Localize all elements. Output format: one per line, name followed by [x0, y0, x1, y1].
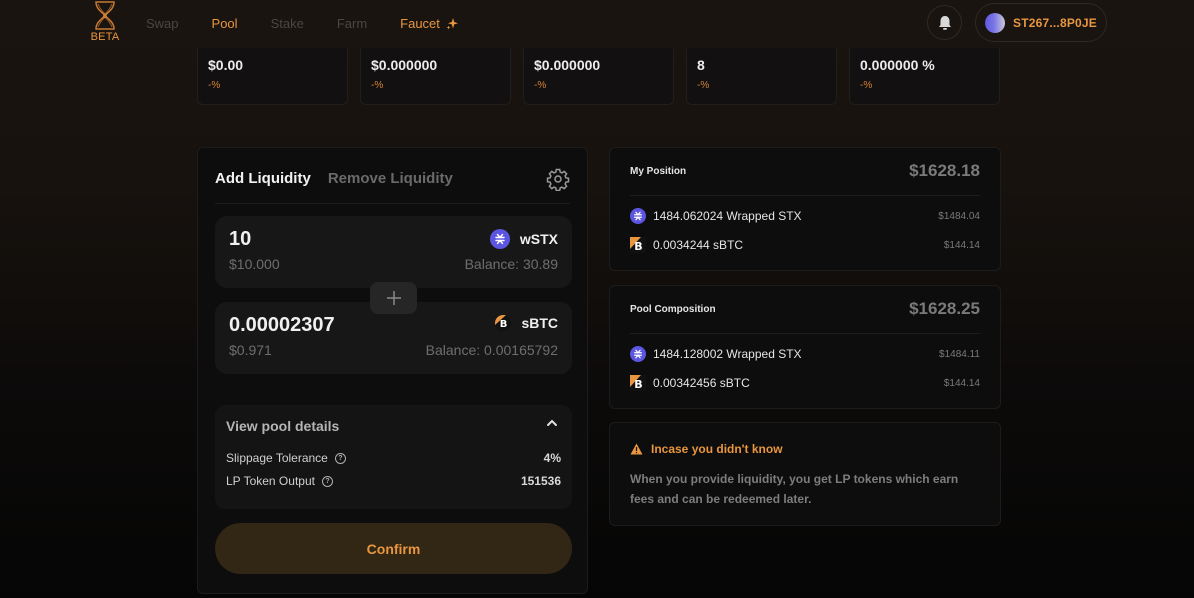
token-b-selector[interactable]: B sBTC [495, 315, 558, 331]
token-a-symbol: wSTX [519, 231, 558, 247]
stx-icon [630, 346, 646, 362]
stat-value: $0.000000 [371, 57, 438, 73]
top-header: B BETA Swap Pool Stake Farm Faucet ST267… [0, 0, 1194, 48]
composition-asset-row: B 0.00342456 sBTC $144.14 [630, 375, 980, 391]
divider [630, 195, 980, 196]
stat-card: $0.000000 -% [523, 48, 674, 105]
my-position-card: My Position $1628.18 1484.062024 Wrapped… [609, 147, 1001, 271]
help-icon[interactable]: ? [334, 452, 346, 464]
slippage-label: Slippage Tolerance [226, 451, 328, 465]
composition-asset-row: 1484.128002 Wrapped STX $1484.11 [630, 346, 980, 362]
info-card: Incase you didn't know When you provide … [609, 422, 1001, 526]
stat-value: 0.000000 % [860, 57, 935, 73]
pool-composition-card: Pool Composition $1628.25 1484.128002 Wr… [609, 285, 1001, 409]
logo[interactable]: B BETA [90, 1, 120, 43]
nav-pool[interactable]: Pool [212, 16, 238, 31]
asset-usd: $1484.04 [938, 210, 980, 222]
pool-composition-total: $1628.25 [909, 299, 980, 318]
liquidity-panel: Add Liquidity Remove Liquidity 10 $10.00… [197, 147, 588, 594]
wallet-address: ST267...8P0JE [1013, 15, 1097, 30]
warning-icon [630, 443, 643, 455]
pool-composition-title: Pool Composition [630, 303, 716, 315]
stat-value: 8 [697, 57, 705, 73]
pool-details-panel: View pool details Slippage Tolerance ? 4… [215, 405, 572, 509]
hourglass-logo-icon: B [95, 1, 115, 30]
bell-icon [938, 15, 951, 30]
token-a-amount-input[interactable]: 10 [229, 228, 251, 251]
chevron-up-icon[interactable] [546, 419, 558, 427]
lp-output-value: 151536 [520, 474, 561, 488]
gear-icon [546, 168, 570, 192]
asset-amount: 1484.062024 Wrapped STX [653, 209, 802, 223]
asset-amount: 0.0034244 sBTC [653, 238, 744, 252]
tab-add-liquidity[interactable]: Add Liquidity [215, 170, 311, 187]
lp-output-row: LP Token Output ? 151536 [226, 474, 561, 488]
svg-text:B: B [634, 240, 642, 253]
sbtc-icon: B [630, 237, 646, 253]
stat-change: -% [208, 80, 221, 91]
svg-text:B: B [634, 378, 642, 391]
stat-change: -% [697, 80, 710, 91]
stat-change: -% [860, 80, 873, 91]
slippage-value: 4% [543, 451, 561, 465]
stat-value: $0.000000 [534, 57, 601, 73]
token-a-selector[interactable]: wSTX [489, 229, 558, 249]
divider [630, 333, 980, 334]
position-asset-row: B 0.0034244 sBTC $144.14 [630, 237, 980, 253]
nav-swap[interactable]: Swap [146, 16, 179, 31]
wallet-avatar [985, 12, 1005, 33]
liquidity-tabs: Add Liquidity Remove Liquidity [215, 170, 453, 187]
asset-amount: 0.00342456 sBTC [653, 376, 750, 390]
settings-button[interactable] [546, 167, 570, 192]
confirm-button[interactable]: Confirm [215, 523, 572, 574]
asset-usd: $144.14 [943, 377, 980, 389]
beta-label: BETA [90, 31, 120, 43]
token-b-amount-input[interactable]: 0.00002307 [229, 314, 335, 337]
nav-farm[interactable]: Farm [337, 16, 367, 31]
token-a-balance: Balance: 30.89 [464, 256, 558, 272]
my-position-title: My Position [630, 165, 687, 177]
stx-icon [630, 208, 646, 224]
plus-icon [386, 291, 401, 305]
nav-stake[interactable]: Stake [271, 16, 304, 31]
add-pair-button[interactable] [370, 282, 417, 314]
stat-card: $0.00 -% [197, 48, 348, 105]
sbtc-icon: B [630, 375, 646, 391]
svg-text:B: B [500, 319, 508, 330]
slippage-row: Slippage Tolerance ? 4% [226, 451, 561, 465]
stat-value: $0.00 [208, 57, 244, 73]
token-b-balance: Balance: 0.00165792 [425, 342, 558, 358]
my-position-total: $1628.18 [909, 161, 980, 180]
asset-amount: 1484.128002 Wrapped STX [653, 347, 802, 361]
stx-icon [489, 229, 510, 249]
token-a-input-box: 10 $10.000 wSTX Balance: 30.89 [215, 216, 572, 288]
lp-output-label: LP Token Output [226, 474, 315, 488]
asset-usd: $144.14 [943, 239, 980, 251]
pool-details-toggle[interactable]: View pool details [226, 418, 339, 434]
token-b-usd-value: $0.971 [229, 342, 272, 358]
help-icon[interactable]: ? [321, 475, 333, 487]
notifications-button[interactable] [927, 5, 962, 40]
pool-stats: $0.00 -% $0.000000 -% $0.000000 -% 8 -% … [197, 48, 1000, 105]
wallet-button[interactable]: ST267...8P0JE [975, 3, 1107, 42]
stat-change: -% [371, 80, 384, 91]
token-a-usd-value: $10.000 [229, 256, 280, 272]
nav-faucet[interactable]: Faucet [400, 16, 459, 31]
svg-text:B: B [103, 13, 108, 20]
stat-card: $0.000000 -% [360, 48, 511, 105]
sbtc-icon: B [495, 315, 512, 331]
asset-usd: $1484.11 [939, 348, 980, 360]
position-asset-row: 1484.062024 Wrapped STX $1484.04 [630, 208, 980, 224]
tab-divider [215, 203, 570, 204]
info-text: When you provide liquidity, you get LP t… [630, 472, 959, 506]
stat-change: -% [534, 80, 547, 91]
tab-remove-liquidity[interactable]: Remove Liquidity [328, 170, 453, 187]
info-title: Incase you didn't know [651, 442, 783, 456]
nav-faucet-label: Faucet [400, 16, 440, 31]
stat-card: 8 -% [686, 48, 837, 105]
stat-card: 0.000000 % -% [849, 48, 1000, 105]
main-nav: Swap Pool Stake Farm Faucet [146, 16, 492, 31]
sparkle-icon [446, 18, 458, 30]
token-b-symbol: sBTC [521, 315, 558, 331]
